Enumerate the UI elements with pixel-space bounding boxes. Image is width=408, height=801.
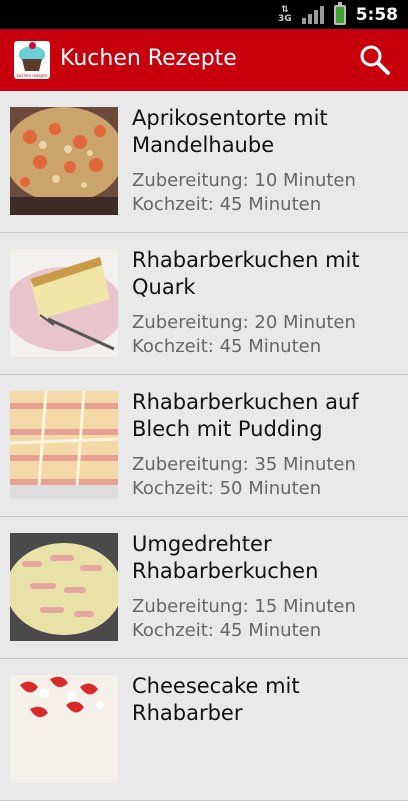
recipe-cook-time: Kochzeit: 45 Minuten — [132, 336, 322, 357]
battery-icon — [333, 2, 346, 25]
recipe-item[interactable]: Rhabarberkuchen mit Quark Zubereitung: 20… — [0, 233, 408, 375]
recipe-cook-time: Kochzeit: 45 Minuten — [132, 194, 322, 215]
recipe-title: Rhabarberkuchen auf Blech mit Pudding — [132, 390, 359, 441]
recipe-item[interactable]: Umgedrehter Rhabarberkuchen Zubereitung: … — [0, 517, 408, 659]
recipe-prep-time: Zubereitung: 15 Minuten — [132, 596, 356, 617]
recipe-item[interactable]: Cheesecake mit Rhabarber — [0, 659, 408, 801]
action-bar: kuchen rezepte Kuchen Rezepte — [0, 29, 408, 91]
app-logo-icon[interactable]: kuchen rezepte — [14, 41, 50, 79]
recipe-item[interactable]: Aprikosentorte mit Mandelhaube Zubereitun… — [0, 91, 408, 233]
recipe-title: Umgedrehter Rhabarberkuchen — [132, 532, 319, 583]
recipe-cook-time: Kochzeit: 45 Minuten — [132, 620, 322, 641]
recipe-prep-time: Zubereitung: 10 Minuten — [132, 170, 356, 191]
recipe-title: Aprikosentorte mit Mandelhaube — [132, 106, 328, 157]
status-bar: ⇅ 3G 5:58 — [0, 0, 408, 29]
recipe-prep-time: Zubereitung: 35 Minuten — [132, 454, 356, 475]
recipe-prep-time: Zubereitung: 20 Minuten — [132, 312, 356, 333]
recipe-title: Rhabarberkuchen mit Quark — [132, 248, 360, 299]
search-icon — [360, 45, 390, 75]
network-3g-icon: ⇅ 3G — [278, 5, 292, 24]
recipe-item[interactable]: Rhabarberkuchen auf Blech mit Pudding Zub… — [0, 375, 408, 517]
clock: 5:58 — [355, 5, 398, 25]
recipe-title: Cheesecake mit Rhabarber — [132, 674, 300, 725]
recipe-thumbnail — [10, 249, 118, 357]
recipe-thumbnail — [10, 391, 118, 499]
recipe-cook-time: Kochzeit: 50 Minuten — [132, 478, 322, 499]
search-button[interactable] — [358, 43, 392, 77]
app-title: Kuchen Rezepte — [60, 46, 237, 71]
recipe-thumbnail — [10, 533, 118, 641]
recipe-thumbnail — [10, 107, 118, 215]
signal-icon — [301, 6, 324, 24]
recipe-thumbnail — [10, 675, 118, 783]
